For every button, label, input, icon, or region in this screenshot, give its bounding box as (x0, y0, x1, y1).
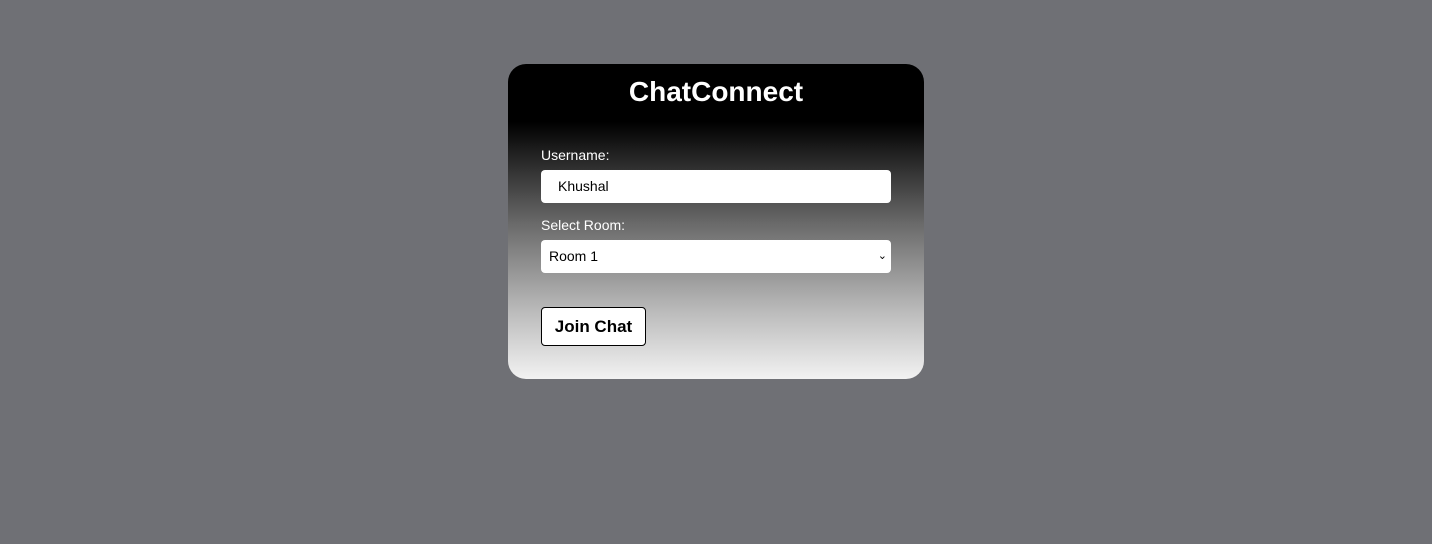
app-title: ChatConnect (628, 76, 804, 107)
room-select[interactable]: Room 1 ⌄ (541, 240, 891, 273)
username-input[interactable] (541, 170, 891, 203)
username-label: Username: (541, 147, 610, 163)
login-card: ChatConnect Username: Select Room: Room … (508, 64, 924, 379)
join-chat-button[interactable]: Join Chat (541, 307, 646, 346)
room-select-value: Room 1 (549, 248, 599, 264)
room-label: Select Room: (541, 217, 626, 233)
chevron-down-icon: ⌄ (877, 250, 887, 262)
